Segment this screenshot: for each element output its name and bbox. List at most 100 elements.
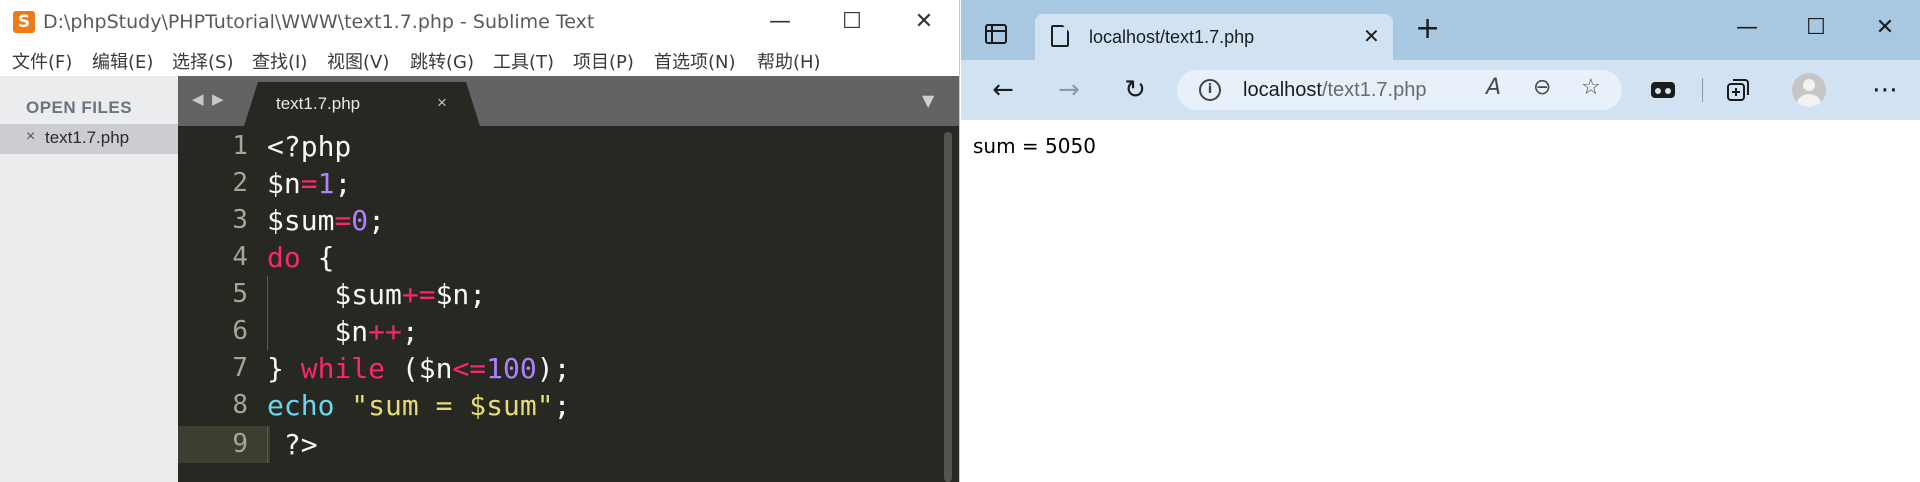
- back-button[interactable]: ←: [981, 72, 1025, 108]
- address-bar[interactable]: i localhost/text1.7.php A ⊖ ☆: [1177, 70, 1622, 110]
- code-token: while: [300, 352, 386, 385]
- tab-next-icon[interactable]: ▶: [212, 90, 224, 108]
- close-file-icon[interactable]: ×: [26, 128, 35, 146]
- code-token: ?>: [267, 428, 318, 461]
- code-token: 0: [351, 204, 369, 237]
- site-info-icon[interactable]: i: [1199, 79, 1221, 101]
- sidebar-file-item[interactable]: × text1.7.php: [0, 124, 178, 154]
- sublime-window: S D:\phpStudy\PHPTutorial\WWW\text1.7.ph…: [0, 0, 960, 482]
- tab-text1-7-php[interactable]: text1.7.php ×: [244, 82, 480, 126]
- menu-edit[interactable]: 编辑(E): [92, 48, 153, 74]
- code-token: $n;: [435, 278, 487, 311]
- forward-button[interactable]: →: [1047, 72, 1091, 108]
- code-token: $n: [267, 315, 369, 348]
- new-tab-button[interactable]: +: [1415, 14, 1440, 44]
- more-options-button[interactable]: ⋯: [1867, 72, 1903, 108]
- menu-selection[interactable]: 选择(S): [172, 48, 233, 74]
- code-token: do: [267, 241, 301, 274]
- code-token: ;: [553, 389, 571, 422]
- line-number: 7: [232, 353, 248, 383]
- code-line: $n=1;: [267, 165, 351, 202]
- menu-view[interactable]: 视图(V): [327, 48, 389, 74]
- profile-avatar[interactable]: [1792, 73, 1826, 107]
- sidebar: OPEN FILES × text1.7.php: [0, 76, 178, 482]
- menu-project[interactable]: 项目(P): [573, 48, 634, 74]
- page-icon: [1051, 25, 1069, 47]
- close-window-button[interactable]: ✕: [896, 4, 952, 40]
- browser-tab-title: localhost/text1.7.php: [1089, 27, 1255, 47]
- extension-icon[interactable]: [1650, 80, 1676, 100]
- url-path: /text1.7.php: [1321, 79, 1427, 101]
- browser-tab-strip: localhost/text1.7.php ✕ + — ☐ ✕: [961, 0, 1920, 60]
- line-number: 6: [232, 316, 248, 346]
- menu-find[interactable]: 查找(I): [252, 48, 307, 74]
- maximize-button[interactable]: ☐: [824, 4, 880, 40]
- code-area: <?php $n=1; $sum=0; do { $sum+=$n; $n++;} w…: [267, 126, 907, 482]
- browser-tab[interactable]: localhost/text1.7.php ✕: [1035, 14, 1393, 60]
- tab-label: text1.7.php: [276, 94, 361, 113]
- code-line: $sum+=$n;: [267, 276, 486, 313]
- code-token: <?php: [267, 130, 352, 163]
- menu-preferences[interactable]: 首选项(N): [654, 48, 736, 74]
- minimize-button[interactable]: —: [752, 4, 808, 40]
- sidebar-file-label: text1.7.php: [45, 128, 130, 147]
- edge-window: localhost/text1.7.php ✕ + — ☐ ✕ ← → ↻ i …: [961, 0, 1920, 482]
- code-token: $sum: [267, 204, 335, 237]
- page-output-text: sum = 5050: [973, 134, 1096, 158]
- code-line: $n++;: [267, 313, 419, 350]
- browser-maximize-button[interactable]: ☐: [1788, 10, 1844, 46]
- url-text: localhost/text1.7.php: [1243, 79, 1426, 102]
- menu-file[interactable]: 文件(F): [12, 48, 72, 74]
- menu-goto[interactable]: 跳转(G): [410, 48, 474, 74]
- code-token: ;: [401, 315, 419, 348]
- code-token: 1: [317, 167, 335, 200]
- browser-minimize-button[interactable]: —: [1719, 10, 1775, 46]
- sublime-title-bar: S D:\phpStudy\PHPTutorial\WWW\text1.7.ph…: [0, 0, 959, 44]
- code-line: } while ($n<=100);: [267, 350, 570, 387]
- tab-close-icon[interactable]: ×: [437, 93, 447, 113]
- code-token: 100: [486, 352, 537, 385]
- code-line: ?>: [267, 426, 318, 463]
- code-token: }: [267, 352, 301, 385]
- browser-toolbar: ← → ↻ i localhost/text1.7.php A ⊖ ☆ ⋯: [961, 60, 1920, 120]
- code-token: ++: [368, 315, 402, 348]
- code-token: ;: [334, 167, 352, 200]
- url-host: localhost: [1243, 79, 1322, 101]
- code-line: <?php: [267, 128, 351, 165]
- browser-tab-close-icon[interactable]: ✕: [1363, 24, 1380, 48]
- sublime-logo-icon: S: [13, 11, 35, 33]
- tab-actions-icon[interactable]: [985, 24, 1007, 44]
- code-line: do {: [267, 239, 334, 276]
- line-number: 8: [232, 390, 248, 420]
- tab-dropdown-icon[interactable]: ▼: [922, 91, 934, 110]
- menu-tools[interactable]: 工具(T): [493, 48, 554, 74]
- read-aloud-icon[interactable]: A: [1486, 75, 1501, 100]
- scrollbar-thumb[interactable]: [944, 132, 952, 482]
- line-number: 1: [232, 131, 248, 161]
- open-files-header: OPEN FILES: [26, 98, 133, 117]
- code-token: ($n: [385, 352, 453, 385]
- code-line: echo "sum = $sum";: [267, 387, 570, 424]
- code-line: $sum=0;: [267, 202, 385, 239]
- menu-help[interactable]: 帮助(H): [757, 48, 821, 74]
- favorite-icon[interactable]: ☆: [1581, 75, 1601, 100]
- code-token: );: [536, 352, 571, 385]
- line-number: 4: [232, 242, 248, 272]
- code-token: =: [300, 167, 318, 200]
- collections-icon[interactable]: [1725, 77, 1751, 103]
- tab-bar: ◀ ▶ text1.7.php × ▼: [178, 76, 959, 126]
- code-token: ;: [368, 204, 386, 237]
- code-token: echo: [267, 389, 335, 422]
- tab-prev-icon[interactable]: ◀: [192, 90, 204, 108]
- code-token: <=: [452, 352, 487, 385]
- line-number: 5: [232, 279, 248, 309]
- browser-close-button[interactable]: ✕: [1857, 10, 1913, 46]
- refresh-button[interactable]: ↻: [1113, 72, 1157, 108]
- zoom-icon[interactable]: ⊖: [1533, 75, 1551, 100]
- line-number-gutter: 1 2 3 4 5 6 7 8 9: [178, 126, 248, 482]
- code-editor[interactable]: 1 2 3 4 5 6 7 8 9 <?php $n=1; $sum=0; do { …: [178, 126, 959, 482]
- code-token: {: [300, 241, 335, 274]
- code-token: =: [334, 204, 352, 237]
- code-token: $n: [267, 167, 301, 200]
